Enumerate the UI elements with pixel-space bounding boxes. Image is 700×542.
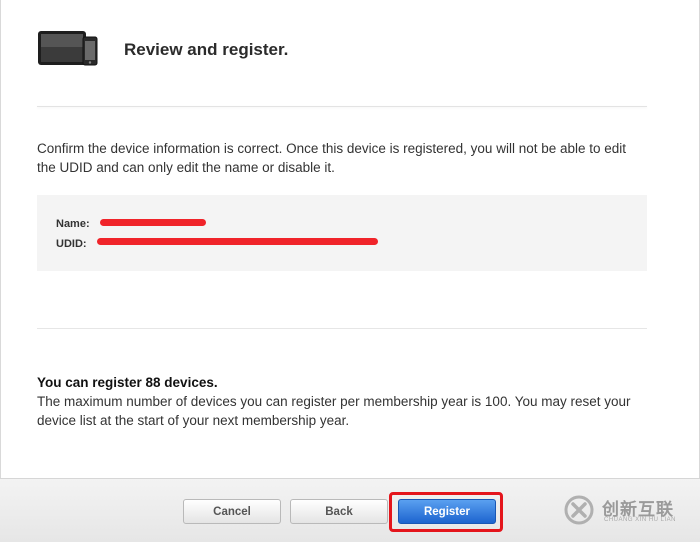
udid-redaction <box>97 238 378 245</box>
ipad-iphone-icon <box>38 31 98 66</box>
page-title: Review and register. <box>124 40 289 59</box>
watermark: 创新互联 CHUANG XIN HU LIAN <box>564 492 694 532</box>
confirm-message: Confirm the device information is correc… <box>37 141 627 175</box>
divider <box>37 328 647 329</box>
register-panel: Review and register. Confirm the device … <box>0 0 700 478</box>
header: Review and register. <box>37 28 647 68</box>
device-limit-title: You can register 88 devices. <box>37 375 218 390</box>
device-limit-text: The maximum number of devices you can re… <box>37 394 631 428</box>
divider <box>37 106 647 107</box>
name-redaction <box>100 219 206 226</box>
udid-label: UDID: <box>56 238 87 250</box>
register-button[interactable]: Register <box>398 499 496 524</box>
brand-name-en: CHUANG XIN HU LIAN <box>604 517 677 523</box>
brand-logo-icon <box>564 495 594 525</box>
cancel-button[interactable]: Cancel <box>183 499 281 524</box>
device-info-box: Name: UDID: <box>37 195 647 271</box>
name-label: Name: <box>56 218 90 230</box>
back-button[interactable]: Back <box>290 499 388 524</box>
